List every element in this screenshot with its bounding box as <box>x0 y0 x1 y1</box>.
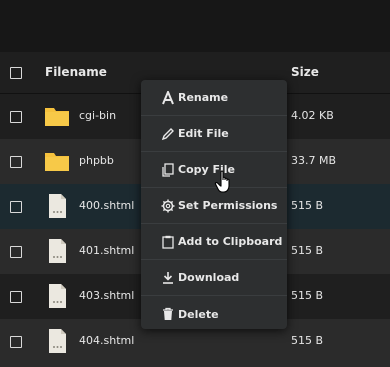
document-icon <box>49 284 66 308</box>
rename-icon <box>162 90 174 104</box>
document-icon <box>49 194 66 218</box>
row-checkbox[interactable] <box>10 336 22 348</box>
folder-icon <box>45 108 69 126</box>
row-checkbox[interactable] <box>10 291 22 303</box>
clipboard-icon <box>162 235 174 249</box>
select-all-checkbox[interactable] <box>10 67 22 79</box>
hand-cursor-icon <box>214 170 230 193</box>
menu-item-download[interactable]: Download <box>141 260 287 296</box>
menu-item-label: Download <box>178 271 240 284</box>
download-icon <box>163 271 173 284</box>
size-column-header[interactable]: Size <box>291 65 319 79</box>
copy-icon <box>162 162 174 177</box>
file-size: 515 B <box>291 244 324 257</box>
file-name[interactable]: 401.shtml <box>79 244 134 257</box>
file-name[interactable]: 403.shtml <box>79 289 134 302</box>
menu-item-edit-file[interactable]: Edit File <box>141 116 287 152</box>
menu-item-label: Delete <box>178 307 219 321</box>
folder-icon <box>45 153 69 171</box>
file-size: 515 B <box>291 199 324 212</box>
filename-column-header[interactable]: Filename <box>45 65 107 79</box>
row-checkbox[interactable] <box>10 246 22 258</box>
context-menu: Rename Edit File Copy File Set Permissio… <box>141 80 287 329</box>
file-size: 33.7 MB <box>291 154 337 167</box>
document-icon <box>49 329 66 353</box>
file-name[interactable]: cgi-bin <box>79 109 116 122</box>
row-checkbox[interactable] <box>10 156 22 168</box>
gear-icon <box>161 199 175 212</box>
menu-item-add-to-clipboard[interactable]: Add to Clipboard <box>141 224 287 260</box>
menu-item-rename[interactable]: Rename <box>141 80 287 116</box>
menu-item-delete[interactable]: Delete <box>141 296 287 332</box>
menu-item-label: Rename <box>178 91 229 104</box>
menu-item-label: Add to Clipboard <box>178 235 283 248</box>
file-size: 515 B <box>291 289 324 302</box>
menu-item-label: Set Permissions <box>178 199 278 212</box>
row-checkbox[interactable] <box>10 201 22 213</box>
menu-item-label: Edit File <box>178 127 229 140</box>
document-icon <box>49 239 66 263</box>
trash-icon <box>163 307 173 320</box>
file-size: 4.02 KB <box>291 109 334 122</box>
file-size: 515 B <box>291 334 324 347</box>
pencil-icon <box>161 127 174 140</box>
top-bar <box>0 0 390 52</box>
file-name[interactable]: 404.shtml <box>79 334 134 347</box>
file-name[interactable]: phpbb <box>79 154 114 167</box>
file-name[interactable]: 400.shtml <box>79 199 134 212</box>
row-checkbox[interactable] <box>10 111 22 123</box>
